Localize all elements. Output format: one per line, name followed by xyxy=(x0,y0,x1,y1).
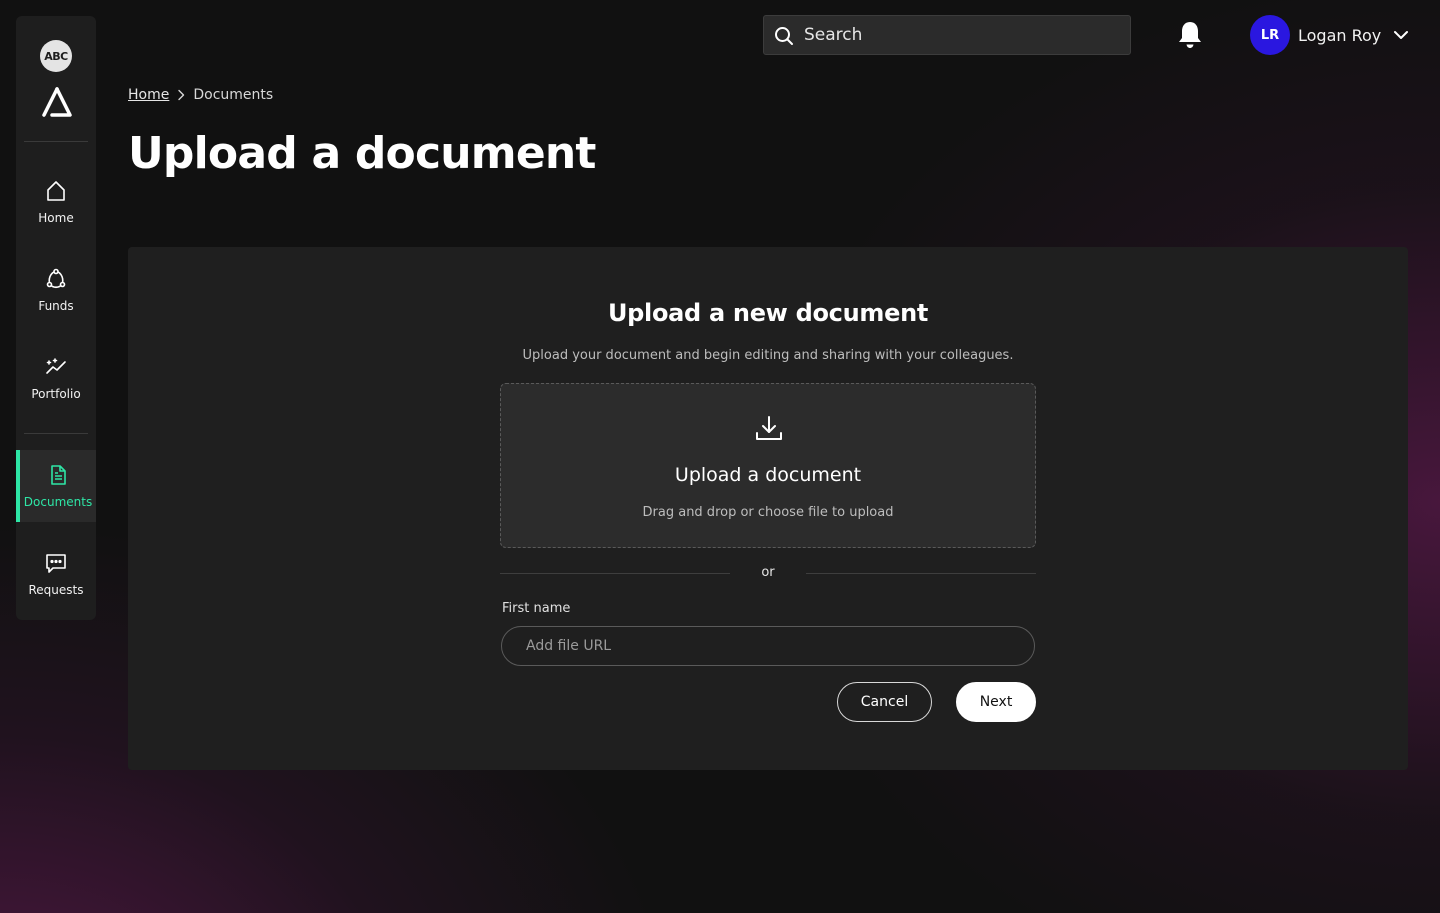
url-field-label: First name xyxy=(502,601,571,616)
breadcrumb-home-link[interactable]: Home xyxy=(128,87,169,103)
funds-icon xyxy=(46,268,66,289)
sidebar-item-label: Requests xyxy=(28,583,84,597)
sidebar-item-home[interactable]: Home xyxy=(16,166,96,238)
upload-panel: Upload a new document Upload your docume… xyxy=(128,247,1408,770)
sidebar-item-portfolio[interactable]: Portfolio xyxy=(16,342,96,414)
or-divider-text: or xyxy=(761,565,775,580)
sidebar-divider xyxy=(24,433,88,434)
sidebar-item-requests[interactable]: Requests xyxy=(16,538,96,610)
sidebar-item-funds[interactable]: Funds xyxy=(16,254,96,326)
bell-icon[interactable] xyxy=(1174,19,1206,51)
sidebar-divider xyxy=(24,141,88,142)
user-name: Logan Roy xyxy=(1298,25,1382,45)
chevron-down-icon xyxy=(1394,31,1409,39)
divider-line xyxy=(806,573,1036,574)
cancel-button[interactable]: Cancel xyxy=(837,682,932,722)
app-logo-icon[interactable] xyxy=(40,86,74,120)
breadcrumb: Home Documents xyxy=(128,85,273,105)
sidebar-item-label: Home xyxy=(38,211,74,225)
home-icon xyxy=(47,181,65,201)
sidebar: ABC Home Funds Portfolio Documents Reque… xyxy=(16,16,96,620)
org-avatar[interactable]: ABC xyxy=(40,40,72,72)
sidebar-item-label: Funds xyxy=(38,299,74,313)
next-button[interactable]: Next xyxy=(956,682,1036,722)
search-input[interactable] xyxy=(804,16,1124,54)
document-icon xyxy=(51,465,66,485)
dropzone-title: Upload a document xyxy=(674,464,862,486)
download-icon xyxy=(756,416,782,440)
sidebar-item-label: Portfolio xyxy=(31,387,81,401)
sidebar-item-label: Documents xyxy=(23,495,93,509)
avatar: LR xyxy=(1250,15,1290,55)
upload-title: Upload a new document xyxy=(607,299,929,327)
file-dropzone[interactable]: Upload a document Drag and drop or choos… xyxy=(500,383,1036,548)
search-icon xyxy=(775,27,793,45)
user-menu[interactable]: LR Logan Roy xyxy=(1250,15,1420,55)
chat-icon xyxy=(46,554,66,573)
sidebar-item-documents[interactable]: Documents xyxy=(16,450,96,522)
portfolio-icon xyxy=(46,358,66,374)
upload-subtitle: Upload your document and begin editing a… xyxy=(522,348,1014,363)
dropzone-hint: Drag and drop or choose file to upload xyxy=(642,505,894,520)
breadcrumb-current: Documents xyxy=(193,87,274,103)
chevron-right-icon xyxy=(178,89,185,101)
search-box[interactable] xyxy=(763,15,1131,55)
divider-line xyxy=(500,573,730,574)
file-url-input[interactable] xyxy=(501,626,1035,666)
page-title: Upload a document xyxy=(128,128,596,179)
